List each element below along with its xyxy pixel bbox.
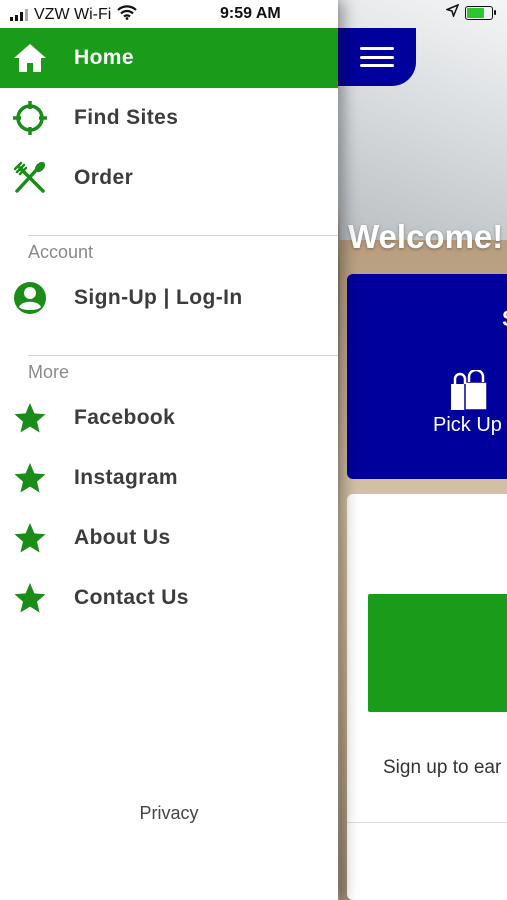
- privacy-link[interactable]: Privacy: [0, 803, 338, 824]
- menu-toggle-button[interactable]: [338, 28, 416, 86]
- section-title-more: More: [28, 362, 70, 382]
- order-type-card: S Pick Up: [347, 274, 507, 479]
- section-divider: [28, 235, 338, 236]
- location-arrow-icon: [444, 3, 460, 22]
- drawer-item-home[interactable]: Home: [0, 28, 338, 88]
- hamburger-icon: [360, 47, 394, 67]
- section-title-account: Account: [28, 242, 94, 262]
- drawer-item-label: Instagram: [74, 466, 178, 489]
- drawer-item-label: Home: [74, 46, 134, 69]
- drawer-item-label: Order: [74, 166, 134, 189]
- star-icon: [11, 520, 49, 556]
- home-icon: [11, 40, 49, 76]
- drawer-item-facebook[interactable]: Facebook: [0, 388, 338, 448]
- star-icon: [11, 580, 49, 616]
- drawer-item-contact-us[interactable]: Contact Us: [0, 568, 338, 628]
- carrier-label: VZW Wi-Fi: [34, 6, 112, 23]
- signup-prompt: Sign up to ear: [383, 757, 502, 778]
- shopping-bag-icon: [447, 368, 491, 416]
- drawer-item-instagram[interactable]: Instagram: [0, 448, 338, 508]
- star-icon: [11, 400, 49, 436]
- drawer-item-order[interactable]: Order: [0, 148, 338, 208]
- pickup-option[interactable]: Pick Up: [433, 414, 502, 437]
- battery-icon: [465, 6, 496, 20]
- card-divider: [347, 822, 507, 823]
- rewards-card: Sign up to ear: [347, 494, 507, 900]
- drawer-item-label: Sign-Up | Log-In: [74, 286, 243, 309]
- drawer-item-label: Contact Us: [74, 586, 189, 609]
- wifi-icon: [117, 5, 138, 25]
- drawer-item-about-us[interactable]: About Us: [0, 508, 338, 568]
- clock: 9:59 AM: [220, 5, 281, 22]
- user-circle-icon: [11, 280, 49, 316]
- order-card-title: S: [502, 306, 507, 332]
- crosshair-icon: [11, 100, 49, 136]
- cellular-signal-icon: [10, 9, 28, 21]
- welcome-heading: Welcome!: [348, 218, 504, 255]
- drawer-item-label: Facebook: [74, 406, 176, 429]
- navigation-drawer: Home Find Sites Order Account Sign-Up | …: [0, 0, 338, 900]
- section-divider: [28, 355, 338, 356]
- star-icon: [11, 460, 49, 496]
- drawer-item-sign-up-log-in[interactable]: Sign-Up | Log-In: [0, 268, 338, 328]
- drawer-item-find-sites[interactable]: Find Sites: [0, 88, 338, 148]
- rewards-button[interactable]: [368, 594, 507, 712]
- status-bar: VZW Wi-Fi 9:59 AM: [0, 0, 507, 28]
- drawer-item-label: About Us: [74, 526, 171, 549]
- drawer-item-label: Find Sites: [74, 106, 179, 129]
- utensils-icon: [11, 160, 49, 196]
